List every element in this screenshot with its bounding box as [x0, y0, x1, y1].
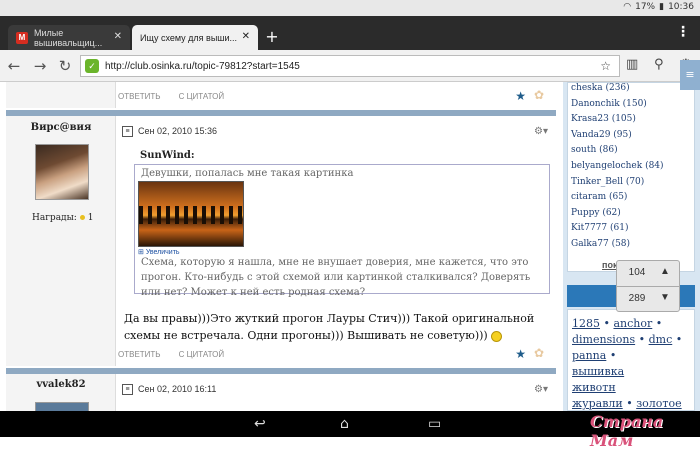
- back-icon[interactable]: ↩: [254, 416, 266, 432]
- post-date: Сен 02, 2010 16:11: [138, 384, 217, 394]
- tag-link[interactable]: panna: [572, 349, 606, 362]
- new-tab-button[interactable]: +: [262, 27, 282, 47]
- user-link[interactable]: Danonchik (150): [568, 99, 694, 115]
- current-page: 104: [628, 267, 646, 278]
- gear-icon[interactable]: ⚙▾: [534, 384, 548, 395]
- star-icon[interactable]: ★: [515, 347, 526, 361]
- tag-link[interactable]: dmc: [649, 333, 673, 346]
- reply-button[interactable]: ОТВЕТИТЬ: [118, 350, 161, 359]
- post-actions: ОТВЕТИТЬ С ЦИТАТОЙ ★ ✿: [118, 341, 556, 367]
- reload-icon[interactable]: ↻: [55, 56, 75, 76]
- url-text: http://club.osinka.ru/topic-79812?start=…: [105, 60, 300, 72]
- sidebar: cheska (236) Danonchik (150) Krasa23 (10…: [563, 82, 700, 411]
- user-link[interactable]: cheska (236): [568, 83, 694, 99]
- post-icon: ≡: [122, 383, 133, 395]
- tag-link[interactable]: dimensions: [572, 333, 635, 346]
- user-link[interactable]: Krasa23 (105): [568, 114, 694, 130]
- tag-link[interactable]: вышивка: [572, 365, 624, 378]
- awards-label: Награды:: [32, 213, 77, 223]
- avatar: [35, 144, 89, 200]
- system-status-bar: ◠ 17% ▮ 10:36: [0, 0, 700, 16]
- close-icon[interactable]: ✕: [114, 31, 122, 42]
- tab-title: Ищу схему для выши...: [140, 32, 238, 43]
- browser-tab-bar: M Милые вышивальщиц... ✕ Ищу схему для в…: [0, 16, 700, 50]
- user-link[interactable]: Puppy (62): [568, 208, 694, 224]
- user-column: [6, 82, 116, 108]
- quote-block: Девушки, попалась мне такая картинка ⊞ У…: [134, 164, 550, 298]
- quote-button[interactable]: С ЦИТАТОЙ: [179, 350, 225, 359]
- star-icon[interactable]: ★: [515, 89, 526, 103]
- reader-mode-icon[interactable]: ▥: [626, 57, 638, 72]
- tag-link[interactable]: anchor: [613, 317, 652, 330]
- top-users-list: cheska (236) Danonchik (150) Krasa23 (10…: [567, 82, 695, 272]
- flower-icon[interactable]: ✿: [534, 346, 544, 360]
- award-icon: [79, 215, 85, 220]
- post-date: Сен 02, 2010 15:36: [138, 126, 218, 136]
- tag-link[interactable]: 1285: [572, 317, 600, 330]
- chevron-down-icon[interactable]: ▼: [655, 292, 675, 303]
- quote-body: Схема, которую я нашла, мне не внушает д…: [141, 257, 531, 298]
- tag-link[interactable]: животн: [572, 381, 616, 394]
- web-page: ОТВЕТИТЬ С ЦИТАТОЙ ★ ✿ Вирс@вия Награды:…: [0, 82, 700, 411]
- flower-icon[interactable]: ✿: [534, 88, 544, 102]
- security-shield-icon: ✓: [85, 59, 99, 73]
- total-pages: 289: [628, 293, 646, 304]
- post-header: ≡ Сен 02, 2010 16:11 ⚙▾: [118, 377, 556, 401]
- post-body: Да вы правы)))Это жуткий прогон Лауры Ст…: [124, 310, 554, 344]
- tab-active[interactable]: Ищу схему для выши... ✕: [132, 25, 258, 50]
- address-bar: ← → ↻ ✓ http://club.osinka.ru/topic-7981…: [0, 50, 700, 82]
- forward-icon[interactable]: →: [30, 56, 50, 76]
- quote-author: SunWind:: [140, 150, 195, 161]
- recent-apps-icon[interactable]: ▭: [428, 416, 441, 432]
- quote-line: Девушки, попалась мне такая картинка: [141, 168, 354, 179]
- page-jump-widget: 104 ▲ 289 ▼: [616, 260, 680, 312]
- forum-posts: ОТВЕТИТЬ С ЦИТАТОЙ ★ ✿ Вирс@вия Награды:…: [6, 82, 556, 411]
- post-author[interactable]: vvalek82: [6, 379, 116, 390]
- reply-button[interactable]: ОТВЕТИТЬ: [118, 92, 161, 101]
- post-text: Да вы правы)))Это жуткий прогон Лауры Ст…: [124, 312, 535, 342]
- post-author[interactable]: Вирс@вия: [6, 122, 116, 133]
- clock: 10:36: [668, 2, 694, 12]
- battery-icon: ▮: [659, 2, 665, 12]
- tags-cloud: 1285 • anchor • dimensions • dmc • panna…: [567, 309, 695, 411]
- user-link[interactable]: Galka77 (58): [568, 239, 694, 255]
- user-link[interactable]: Kit7777 (61): [568, 223, 694, 239]
- post-header: ≡ Сен 02, 2010 15:36 ⚙▾: [118, 119, 556, 143]
- wifi-icon: ◠: [623, 2, 632, 12]
- home-icon[interactable]: ⌂: [340, 416, 349, 432]
- post-actions: ОТВЕТИТЬ С ЦИТАТОЙ ★ ✿: [118, 83, 556, 109]
- avatar: [35, 402, 89, 411]
- back-icon[interactable]: ←: [4, 56, 24, 76]
- user-link[interactable]: south (86): [568, 145, 694, 161]
- watermark-logo: Страна Мам: [590, 412, 664, 450]
- quote-button[interactable]: С ЦИТАТОЙ: [179, 92, 225, 101]
- url-input[interactable]: ✓ http://club.osinka.ru/topic-79812?star…: [80, 55, 620, 77]
- user-link[interactable]: citaram (65): [568, 192, 694, 208]
- tag-link[interactable]: золотое: [636, 397, 681, 410]
- gear-icon[interactable]: ⚙▾: [534, 126, 548, 137]
- smiley-icon: [491, 330, 503, 342]
- close-icon[interactable]: ✕: [242, 31, 250, 42]
- awards-count: 1: [87, 213, 94, 223]
- chevron-up-icon[interactable]: ▲: [655, 266, 675, 277]
- search-icon[interactable]: ⚲: [654, 57, 664, 72]
- battery-percent: 17%: [635, 2, 656, 12]
- tag-link[interactable]: журавли: [572, 397, 623, 410]
- awards: Награды: 1: [32, 213, 94, 223]
- user-link[interactable]: belyangelochek (84): [568, 161, 694, 177]
- user-link[interactable]: Tinker_Bell (70): [568, 177, 694, 193]
- side-panel-handle[interactable]: ≡: [680, 60, 700, 90]
- bookmark-star-icon[interactable]: ☆: [600, 59, 611, 73]
- tab-inactive[interactable]: M Милые вышивальщиц... ✕: [8, 25, 130, 50]
- post-icon: ≡: [122, 125, 133, 137]
- quoted-picture[interactable]: [138, 181, 245, 247]
- menu-icon[interactable]: ⋮: [676, 24, 690, 40]
- tab-favicon: M: [16, 31, 28, 44]
- user-link[interactable]: Vanda29 (95): [568, 130, 694, 146]
